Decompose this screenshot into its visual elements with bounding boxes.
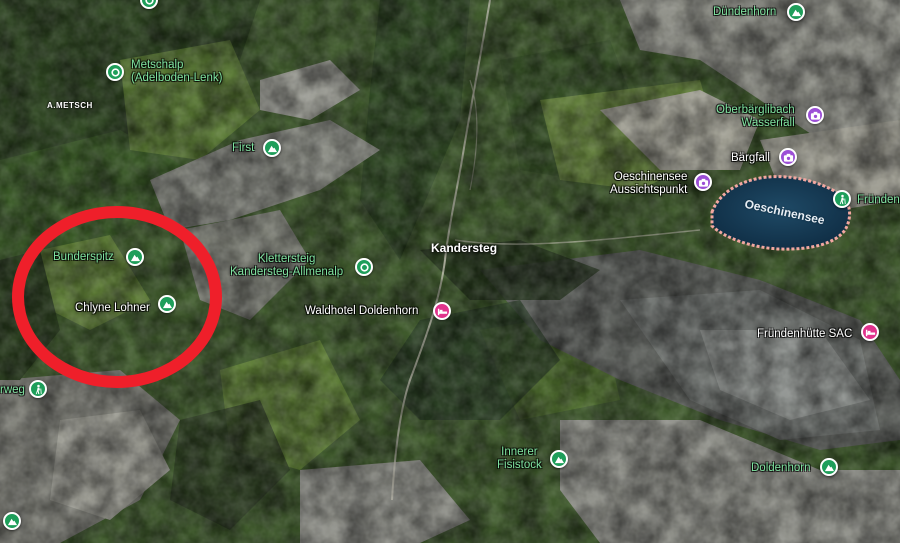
doldenhorn-marker[interactable] (820, 458, 838, 476)
frunden-label[interactable]: Fründen (857, 194, 900, 207)
innerer-fisistock-label[interactable]: Innerer Fisistock (497, 446, 542, 472)
dundenhorn-label[interactable]: Dündenhorn (713, 6, 776, 19)
aussichtspunkt-marker[interactable] (694, 173, 712, 191)
camera-icon (698, 177, 709, 188)
rweg-label[interactable]: rweg (0, 384, 25, 397)
barfall-label[interactable]: Bärgfall (731, 152, 770, 165)
station-icon (144, 0, 155, 6)
mountain-icon (791, 7, 802, 18)
klettersteig-label[interactable]: Klettersteig Kandersteg-Allmenalp (230, 253, 343, 279)
camera-icon (783, 152, 794, 163)
bed-icon (865, 327, 876, 338)
klettersteig-marker[interactable] (355, 258, 373, 276)
place-label: A.METSCH (47, 101, 93, 110)
mountain-icon (162, 299, 173, 310)
waldhotel-marker[interactable] (433, 302, 451, 320)
mountain-icon (824, 462, 835, 473)
innerer-fisistock-marker[interactable] (550, 450, 568, 468)
frundenhutte-marker[interactable] (861, 323, 879, 341)
frundenhutte-label[interactable]: Fründenhütte SAC (757, 328, 852, 341)
bed-icon (437, 306, 448, 317)
barfall-marker[interactable] (779, 148, 797, 166)
mountain-icon (554, 454, 565, 465)
oberbarglibach-marker[interactable] (806, 106, 824, 124)
doldenhorn-label[interactable]: Doldenhorn (751, 462, 810, 475)
hiker-icon (837, 194, 848, 205)
bunderspitz-marker[interactable] (126, 248, 144, 266)
waldhotel-label[interactable]: Waldhotel Doldenhorn (305, 305, 418, 318)
mountain-icon (7, 516, 18, 527)
dundenhorn-marker[interactable] (787, 3, 805, 21)
station-icon (110, 67, 121, 78)
bunderspitz-label[interactable]: Bunderspitz (53, 251, 114, 264)
sw-peak-marker[interactable] (3, 512, 21, 530)
metschalp-marker[interactable] (106, 63, 124, 81)
camera-icon (810, 110, 821, 121)
chlyne-lohner-label[interactable]: Chlyne Lohner (75, 302, 150, 315)
chlyne-lohner-marker[interactable] (158, 295, 176, 313)
aussichtspunkt-label[interactable]: Oeschinensee Aussichtspunkt (610, 171, 687, 197)
oberbarglibach-label[interactable]: Oberbärglibach Wasserfall (716, 104, 795, 130)
frunden-marker[interactable] (833, 190, 851, 208)
first-label[interactable]: First (232, 142, 254, 155)
hiker-icon (33, 384, 44, 395)
mountain-icon (130, 252, 141, 263)
rweg-marker[interactable] (29, 380, 47, 398)
town-label[interactable]: Kandersteg (431, 241, 497, 255)
mountain-icon (267, 143, 278, 154)
station-icon (359, 262, 370, 273)
satellite-map[interactable]: A.METSCH Kandersteg Oeschinensee Dündenh… (0, 0, 900, 543)
first-marker[interactable] (263, 139, 281, 157)
metschalp-label[interactable]: Metschalp (Adelboden-Lenk) (131, 59, 222, 85)
